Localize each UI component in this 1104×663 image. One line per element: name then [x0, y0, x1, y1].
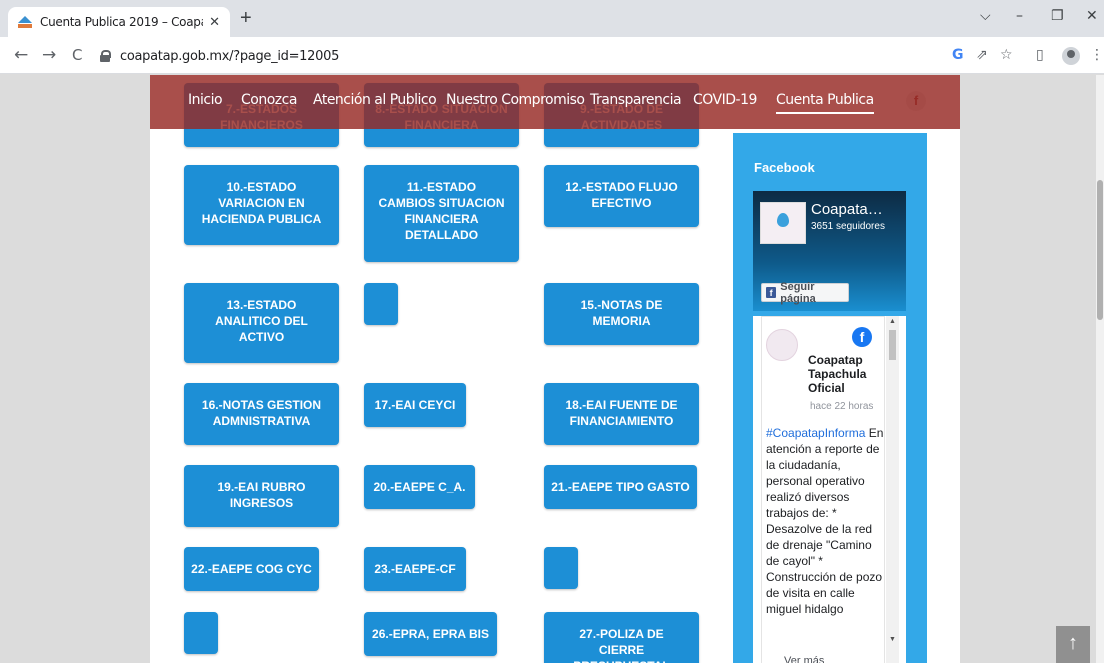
fb-followers: 3651 seguidores [811, 221, 885, 232]
post-hashtag[interactable]: #CoapatapInforma [766, 426, 865, 440]
google-icon[interactable]: G [952, 47, 964, 63]
facebook-post: f Coapatap Tapachula Oficial hace 22 hor… [761, 316, 885, 663]
back-button[interactable]: ← [14, 45, 28, 65]
post-author[interactable]: Coapatap Tapachula Oficial [808, 353, 878, 395]
facebook-feed[interactable]: f Coapatap Tapachula Oficial hace 22 hor… [753, 316, 906, 663]
doc-button-16[interactable]: 16.-NOTAS GESTION ADMNISTRATIVA [184, 383, 339, 445]
doc-button-26[interactable]: 26.-EPRA, EPRA BIS [364, 612, 497, 656]
tab-search-icon[interactable]: ⌵ [980, 8, 991, 24]
scroll-down-arrow-icon[interactable]: ▼ [889, 636, 896, 643]
scroll-to-top-button[interactable]: ↑ [1056, 626, 1090, 663]
bookmark-star-icon[interactable]: ☆ [1000, 47, 1013, 63]
facebook-page-card[interactable]: Coapata… 3651 seguidores f Seguir página [753, 191, 906, 311]
doc-button-11[interactable]: 11.-ESTADO CAMBIOS SITUACION FINANCIERA … [364, 165, 519, 262]
doc-button-18[interactable]: 18.-EAI FUENTE DE FINANCIAMIENTO [544, 383, 699, 445]
url-text: coapatap.gob.mx/?page_id=12005 [120, 48, 340, 64]
site-navbar: Inicio Conozca Atención al Publico Nuest… [150, 75, 960, 129]
feed-scroll-thumb[interactable] [889, 330, 896, 360]
nav-covid[interactable]: COVID-19 [693, 92, 757, 108]
doc-button-17[interactable]: 17.-EAI CEYCI [364, 383, 466, 427]
nav-conozca[interactable]: Conozca [241, 92, 297, 108]
doc-button-20[interactable]: 20.-EAEPE C_A. [364, 465, 475, 509]
browser-menu-icon[interactable]: ⋮ [1090, 47, 1104, 63]
post-text: #CoapatapInforma En atención a reporte d… [766, 425, 884, 617]
doc-button-23[interactable]: 23.-EAEPE-CF [364, 547, 466, 591]
post-avatar [766, 329, 798, 361]
nav-atencion[interactable]: Atención al Publico [313, 92, 437, 108]
follow-page-button[interactable]: f Seguir página [761, 280, 849, 305]
minimize-button[interactable]: – [1016, 8, 1023, 24]
see-more-link[interactable]: Ver más [784, 655, 824, 663]
share-icon[interactable]: ⇗ [976, 47, 988, 63]
doc-button-13[interactable]: 13.-ESTADO ANALITICO DEL ACTIVO [184, 283, 339, 363]
reload-button[interactable]: C [72, 45, 82, 65]
doc-button-15[interactable]: 15.-NOTAS DE MEMORIA [544, 283, 699, 345]
feed-scrollbar[interactable]: ▲ ▼ [886, 316, 899, 663]
scroll-up-arrow-icon[interactable]: ▲ [889, 318, 896, 325]
close-window-button[interactable]: ✕ [1086, 8, 1098, 24]
doc-button-21[interactable]: 21.-EAEPE TIPO GASTO [544, 465, 697, 509]
follow-label: Seguir página [780, 280, 816, 305]
forward-button[interactable]: → [42, 45, 56, 65]
post-time[interactable]: hace 22 horas [810, 401, 873, 412]
nav-compromiso[interactable]: Nuestro Compromiso [446, 92, 585, 108]
post-body: En atención a reporte de la ciudadanía, … [766, 426, 884, 616]
side-panel-icon[interactable]: ▯ [1036, 47, 1044, 63]
browser-tab-strip: Cuenta Publica 2019 – Coapatap ✕ + ⌵ – ❐… [0, 0, 1104, 37]
doc-button-25-empty[interactable] [184, 612, 218, 654]
doc-button-19[interactable]: 19.-EAI RUBRO INGRESOS [184, 465, 339, 527]
doc-button-24-empty[interactable] [544, 547, 578, 589]
page-scrollbar[interactable] [1096, 75, 1104, 663]
address-bar[interactable]: coapatap.gob.mx/?page_id=12005 [100, 42, 940, 70]
browser-tab[interactable]: Cuenta Publica 2019 – Coapatap ✕ [8, 7, 230, 37]
doc-button-10[interactable]: 10.-ESTADO VARIACION EN HACIENDA PUBLICA [184, 165, 339, 245]
nav-transparencia[interactable]: Transparencia [590, 92, 682, 108]
tab-title: Cuenta Publica 2019 – Coapatap [40, 15, 203, 29]
page-viewport: 7.-ESTADOS FINANCIEROS 8.-ESTADO SITUACI… [0, 75, 1104, 663]
doc-button-14-empty[interactable] [364, 283, 398, 325]
tab-close-icon[interactable]: ✕ [209, 14, 220, 30]
page-logo [760, 202, 806, 244]
nav-cuenta-publica[interactable]: Cuenta Publica [776, 92, 874, 114]
doc-button-12[interactable]: 12.-ESTADO FLUJO EFECTIVO [544, 165, 699, 227]
doc-button-22[interactable]: 22.-EAEPE COG CYC [184, 547, 319, 591]
fb-page-name[interactable]: Coapata… [811, 201, 883, 218]
lock-icon [100, 50, 111, 62]
doc-button-27[interactable]: 27.-POLIZA DE CIERRE PRESUPUESTAL [544, 612, 699, 663]
new-tab-button[interactable]: + [240, 8, 252, 28]
facebook-logo-icon: f [852, 327, 872, 347]
nav-inicio[interactable]: Inicio [188, 92, 223, 108]
sidebar-title: Facebook [754, 160, 815, 175]
facebook-square-icon: f [766, 287, 777, 298]
browser-toolbar: ← → C coapatap.gob.mx/?page_id=12005 G ⇗… [0, 37, 1104, 74]
page-scroll-thumb[interactable] [1097, 180, 1103, 320]
profile-avatar-icon[interactable] [1062, 47, 1080, 65]
facebook-sidebar: Facebook Coapata… 3651 seguidores f Segu… [733, 133, 927, 663]
restore-button[interactable]: ❐ [1051, 8, 1064, 24]
coapatap-favicon-icon [18, 16, 32, 28]
